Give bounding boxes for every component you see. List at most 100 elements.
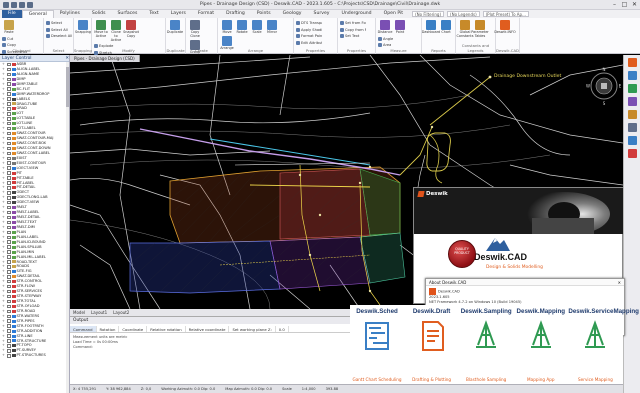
set-from-formula-button[interactable]: Set from Formula bbox=[340, 20, 366, 26]
tab-open-pit[interactable]: Open Pit bbox=[378, 10, 409, 18]
tab-text[interactable]: Text bbox=[143, 10, 164, 18]
visibility-checkbox[interactable] bbox=[7, 309, 11, 314]
visibility-checkbox[interactable] bbox=[7, 319, 11, 323]
scale-button[interactable]: Scale bbox=[250, 20, 264, 35]
visibility-checkbox[interactable] bbox=[7, 275, 11, 279]
visibility-checkbox[interactable] bbox=[7, 265, 11, 269]
rotate-button[interactable]: Rotate bbox=[235, 20, 249, 35]
visibility-checkbox[interactable] bbox=[7, 354, 11, 358]
visibility-checkbox[interactable] bbox=[7, 117, 11, 121]
visibility-checkbox[interactable] bbox=[7, 121, 11, 126]
clone-to-active-button[interactable]: Clone to Active bbox=[109, 20, 123, 42]
layout-tab-layout2[interactable]: Layout2 bbox=[113, 309, 129, 316]
tab-geology[interactable]: Geology bbox=[277, 10, 308, 18]
view-icon[interactable] bbox=[627, 136, 637, 145]
angle-button[interactable]: Angle bbox=[378, 36, 404, 42]
north-compass[interactable]: N S E W bbox=[586, 67, 622, 106]
close-icon[interactable]: ✕ bbox=[618, 279, 621, 285]
tab-layers[interactable]: Layers bbox=[165, 10, 192, 18]
tab-file[interactable]: File bbox=[2, 10, 22, 18]
visibility-checkbox[interactable] bbox=[7, 230, 11, 235]
tab-points[interactable]: Points bbox=[251, 10, 277, 18]
visibility-checkbox[interactable] bbox=[7, 126, 11, 131]
visibility-checkbox[interactable] bbox=[7, 171, 11, 175]
visibility-checkbox[interactable] bbox=[7, 102, 11, 106]
visibility-checkbox[interactable] bbox=[7, 181, 11, 185]
product-tile-deswik-mapping[interactable]: Deswik.Mapping Mapping App bbox=[514, 305, 568, 384]
snapshot-copy-button[interactable]: Snapshot Copy bbox=[123, 20, 139, 42]
properties-icon[interactable] bbox=[627, 71, 637, 80]
snapping-button[interactable]: Snapping bbox=[75, 20, 91, 35]
layer-row[interactable]: + PT-STRUCTURES bbox=[0, 353, 69, 358]
tab-underground[interactable]: Underground bbox=[336, 10, 378, 18]
visibility-checkbox[interactable] bbox=[7, 166, 11, 170]
product-tile-deswik-sampling[interactable]: Deswik.Sampling Blasthole Sampling bbox=[459, 305, 513, 384]
dts-transparent-button[interactable]: DTS Transparent bbox=[296, 20, 322, 26]
global-constants-button[interactable]: Global Constants bbox=[457, 20, 474, 39]
visibility-checkbox[interactable] bbox=[7, 200, 11, 205]
visibility-checkbox[interactable] bbox=[7, 156, 11, 161]
move-to-active-button[interactable]: Move to Active bbox=[94, 20, 108, 42]
visibility-checkbox[interactable] bbox=[7, 205, 11, 210]
visibility-checkbox[interactable] bbox=[7, 176, 11, 180]
layer-list-scrollbar[interactable] bbox=[66, 62, 69, 393]
product-tile-deswik-servicemapping[interactable]: Deswik.ServiceMapping Service Mapping bbox=[568, 305, 639, 384]
format-painter-button[interactable]: Format Painter bbox=[296, 33, 322, 39]
visibility-checkbox[interactable] bbox=[7, 329, 11, 333]
visibility-checkbox[interactable] bbox=[7, 191, 11, 195]
chart-button[interactable]: Chart bbox=[439, 20, 453, 35]
output-tab-0-0[interactable]: 0.0 bbox=[276, 326, 289, 332]
deswik-info-button[interactable]: Deswik.INFO bbox=[494, 20, 516, 35]
visibility-checkbox[interactable] bbox=[7, 196, 11, 200]
minimize-icon[interactable]: – bbox=[611, 1, 618, 8]
paste-button[interactable]: Paste bbox=[2, 20, 16, 35]
visibility-checkbox[interactable] bbox=[7, 324, 11, 328]
distance-button[interactable]: Distance bbox=[378, 20, 392, 35]
apply-shading-button[interactable]: Apply Shading bbox=[296, 27, 322, 33]
output-tab-command[interactable]: Command bbox=[70, 326, 97, 332]
expand-icon[interactable]: + bbox=[2, 353, 6, 358]
filter-select-0[interactable]: (No Filtering) bbox=[412, 11, 445, 17]
visibility-checkbox[interactable] bbox=[7, 284, 11, 289]
duplicate-button[interactable]: Duplicate bbox=[167, 20, 183, 35]
filter-select-1[interactable]: (No Legends) bbox=[447, 11, 480, 17]
visibility-checkbox[interactable] bbox=[7, 136, 11, 141]
product-tile-deswik-draft[interactable]: Deswik.Draft Drafting & Plotting bbox=[405, 305, 459, 384]
point-button[interactable]: Point bbox=[393, 20, 407, 35]
output-tab-relative-coordinate[interactable]: Relative coordinate bbox=[186, 326, 230, 332]
visibility-checkbox[interactable] bbox=[7, 112, 11, 116]
visibility-checkbox[interactable] bbox=[7, 240, 11, 244]
move-button[interactable]: Move bbox=[220, 20, 234, 35]
layout-tab-model[interactable]: Model bbox=[73, 309, 85, 316]
visibility-checkbox[interactable] bbox=[7, 77, 11, 82]
visibility-checkbox[interactable] bbox=[7, 270, 11, 274]
close-icon[interactable]: ✕ bbox=[631, 1, 638, 8]
visibility-checkbox[interactable] bbox=[7, 220, 11, 225]
filter-select-2[interactable]: (Plot Preset) To Ap... bbox=[482, 11, 529, 17]
visibility-checkbox[interactable] bbox=[7, 215, 11, 220]
visibility-checkbox[interactable] bbox=[7, 72, 11, 77]
copy-clone-button[interactable]: Copy Clone bbox=[188, 20, 202, 39]
visibility-checkbox[interactable] bbox=[7, 250, 11, 254]
visibility-checkbox[interactable] bbox=[7, 62, 11, 67]
layout-tab-layout1[interactable]: Layout1 bbox=[91, 309, 107, 316]
visibility-checkbox[interactable] bbox=[7, 186, 11, 190]
visibility-checkbox[interactable] bbox=[7, 97, 11, 101]
visibility-checkbox[interactable] bbox=[7, 344, 11, 348]
visibility-checkbox[interactable] bbox=[7, 161, 11, 165]
visibility-checkbox[interactable] bbox=[7, 235, 11, 240]
document-tab[interactable]: Pipes - Drainage Design (CSD) bbox=[70, 55, 140, 62]
tab-format[interactable]: Format bbox=[192, 10, 220, 18]
visibility-checkbox[interactable] bbox=[7, 255, 11, 259]
tab-surfaces[interactable]: Surfaces bbox=[112, 10, 144, 18]
visibility-checkbox[interactable] bbox=[7, 225, 11, 230]
set-text-button[interactable]: Set Text bbox=[340, 33, 366, 39]
visibility-checkbox[interactable] bbox=[7, 67, 11, 72]
maximize-icon[interactable]: □ bbox=[621, 1, 628, 8]
copy-from-figure-button[interactable]: Copy from Figure bbox=[340, 27, 366, 33]
visibility-checkbox[interactable] bbox=[7, 294, 11, 299]
tab-survey[interactable]: Survey bbox=[308, 10, 336, 18]
dashboard-button[interactable]: Dashboard bbox=[422, 20, 440, 35]
layers-icon[interactable] bbox=[627, 58, 637, 67]
filter-icon[interactable] bbox=[627, 97, 637, 106]
